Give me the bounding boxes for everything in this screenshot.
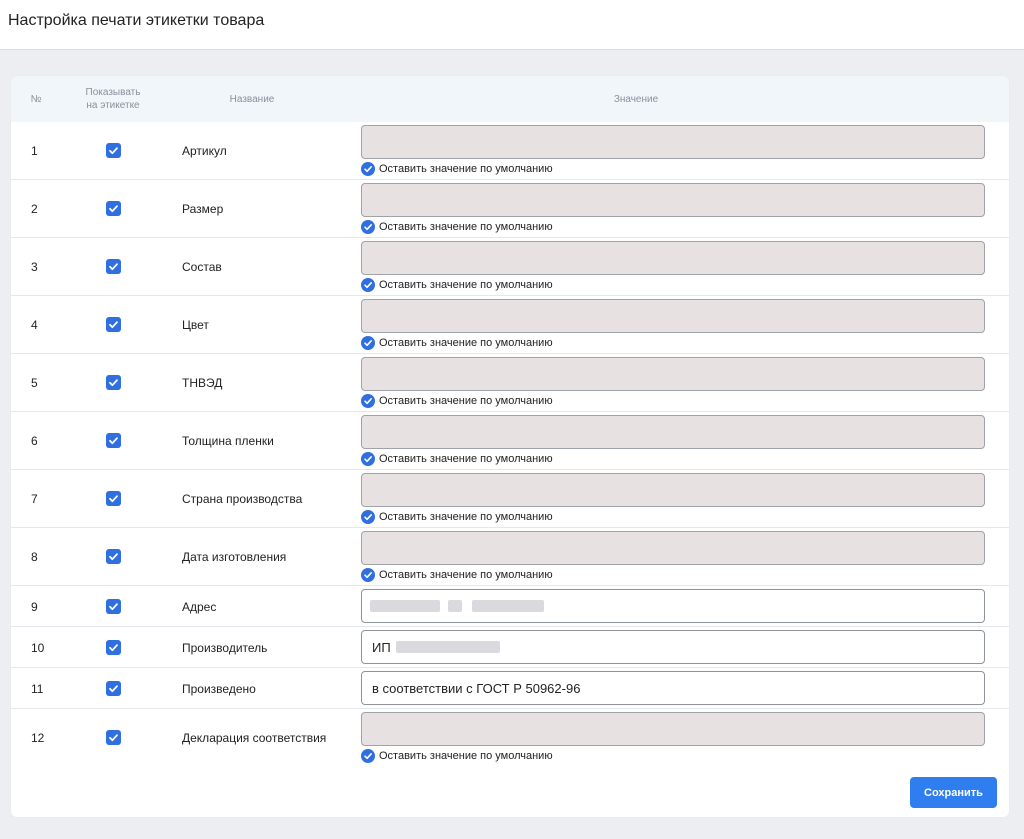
field-name: Артикул xyxy=(182,144,227,158)
default-value-checkbox[interactable] xyxy=(361,510,375,524)
field-name: Декларация соответствия xyxy=(182,731,327,745)
redacted-text xyxy=(472,600,544,612)
settings-card: № Показывать на этикетке Название Значен… xyxy=(11,76,1009,817)
table-row: 1 Артикул Оставить значение по умолчанию xyxy=(11,122,1009,180)
field-name: ТНВЭД xyxy=(182,376,223,390)
default-value-checkbox[interactable] xyxy=(361,452,375,466)
show-on-label-checkbox[interactable] xyxy=(106,639,121,655)
show-on-label-checkbox[interactable] xyxy=(106,598,121,614)
row-number: 6 xyxy=(31,434,38,448)
header-num: № xyxy=(30,94,42,105)
show-on-label-checkbox[interactable] xyxy=(106,375,121,390)
show-on-label-checkbox[interactable] xyxy=(106,433,121,448)
field-name: Произведено xyxy=(182,681,256,696)
redacted-text xyxy=(370,600,440,612)
value-input[interactable] xyxy=(361,183,985,217)
default-value-checkbox[interactable] xyxy=(361,220,375,234)
row-number: 10 xyxy=(31,640,45,655)
value-input[interactable] xyxy=(361,589,985,623)
table-row: 2 Размер Оставить значение по умолчанию xyxy=(11,180,1009,238)
field-name: Адрес xyxy=(182,599,217,614)
table-row: 10 Производитель ИП xyxy=(11,627,1009,668)
row-number: 7 xyxy=(31,492,38,506)
row-number: 8 xyxy=(31,550,38,564)
default-value-checkbox[interactable] xyxy=(361,336,375,350)
default-value-label: Оставить значение по умолчанию xyxy=(379,221,553,233)
value-input[interactable] xyxy=(361,473,985,507)
page-title: Настройка печати этикетки товара xyxy=(8,12,265,29)
row-number: 4 xyxy=(31,318,38,332)
default-value-label: Оставить значение по умолчанию xyxy=(379,395,553,407)
table-row: 4 Цвет Оставить значение по умолчанию xyxy=(11,296,1009,354)
default-value-label: Оставить значение по умолчанию xyxy=(379,569,553,581)
value-input[interactable] xyxy=(361,357,985,391)
save-button[interactable]: Сохранить xyxy=(910,777,997,808)
default-value-label: Оставить значение по умолчанию xyxy=(379,163,553,175)
row-number: 5 xyxy=(31,376,38,390)
field-name: Толщина пленки xyxy=(182,434,274,448)
table-row: 9 Адрес xyxy=(11,586,1009,627)
show-on-label-checkbox[interactable] xyxy=(106,259,121,274)
row-number: 2 xyxy=(31,202,38,216)
default-value-label: Оставить значение по умолчанию xyxy=(379,511,553,523)
default-value-checkbox[interactable] xyxy=(361,394,375,408)
row-number: 1 xyxy=(31,144,38,158)
default-value-label: Оставить значение по умолчанию xyxy=(379,750,553,762)
header-name: Название xyxy=(229,94,275,105)
field-name: Производитель xyxy=(182,640,268,655)
header-show: Показывать на этикетке xyxy=(71,86,155,112)
row-number: 9 xyxy=(31,599,38,614)
table-row: 12 Декларация соответствия Оставить значе… xyxy=(11,709,1009,767)
value-input[interactable]: ИП xyxy=(361,630,985,664)
table-header: № Показывать на этикетке Название Значен… xyxy=(11,76,1009,122)
value-input[interactable] xyxy=(361,531,985,565)
default-value-checkbox[interactable] xyxy=(361,568,375,582)
field-name: Цвет xyxy=(182,318,209,332)
value-input[interactable] xyxy=(361,125,985,159)
row-number: 12 xyxy=(31,731,45,745)
field-name: Страна производства xyxy=(182,492,303,506)
default-value-label: Оставить значение по умолчанию xyxy=(379,279,553,291)
header-value: Значение xyxy=(613,94,659,105)
table-row: 11 Произведено в соответствии с ГОСТ Р 509… xyxy=(11,668,1009,709)
default-value-checkbox[interactable] xyxy=(361,278,375,292)
table-row: 6 Толщина пленки Оставить значение по умо… xyxy=(11,412,1009,470)
row-number: 11 xyxy=(31,681,44,696)
value-input[interactable] xyxy=(361,415,985,449)
show-on-label-checkbox[interactable] xyxy=(106,491,121,506)
value-input[interactable] xyxy=(361,299,985,333)
value-text: ИП xyxy=(372,640,391,655)
header-show-line2: на этикетке xyxy=(86,100,140,111)
value-input[interactable]: в соответствии с ГОСТ Р 50962-96 xyxy=(361,671,985,705)
show-on-label-checkbox[interactable] xyxy=(106,143,121,158)
default-value-checkbox[interactable] xyxy=(361,749,375,763)
value-text: в соответствии с ГОСТ Р 50962-96 xyxy=(372,681,581,696)
field-name: Состав xyxy=(182,260,222,274)
show-on-label-checkbox[interactable] xyxy=(106,730,121,745)
show-on-label-checkbox[interactable] xyxy=(106,549,121,564)
table-row: 8 Дата изготовления Оставить значение по … xyxy=(11,528,1009,586)
redacted-text xyxy=(396,641,500,653)
value-input[interactable] xyxy=(361,712,985,746)
header-show-line1: Показывать xyxy=(85,87,141,98)
table-row: 3 Состав Оставить значение по умолчанию xyxy=(11,238,1009,296)
redacted-text xyxy=(448,600,462,612)
top-bar: Настройка печати этикетки товара xyxy=(0,0,1024,50)
show-on-label-checkbox[interactable] xyxy=(106,317,121,332)
row-number: 3 xyxy=(31,260,38,274)
field-name: Дата изготовления xyxy=(182,550,287,564)
value-input[interactable] xyxy=(361,241,985,275)
table-row: 5 ТНВЭД Оставить значение по умолчанию xyxy=(11,354,1009,412)
show-on-label-checkbox[interactable] xyxy=(106,201,121,216)
show-on-label-checkbox[interactable] xyxy=(106,680,121,696)
table-row: 7 Страна производства Оставить значение п… xyxy=(11,470,1009,528)
default-value-label: Оставить значение по умолчанию xyxy=(379,337,553,349)
default-value-label: Оставить значение по умолчанию xyxy=(379,453,553,465)
field-name: Размер xyxy=(182,202,224,216)
default-value-checkbox[interactable] xyxy=(361,162,375,176)
